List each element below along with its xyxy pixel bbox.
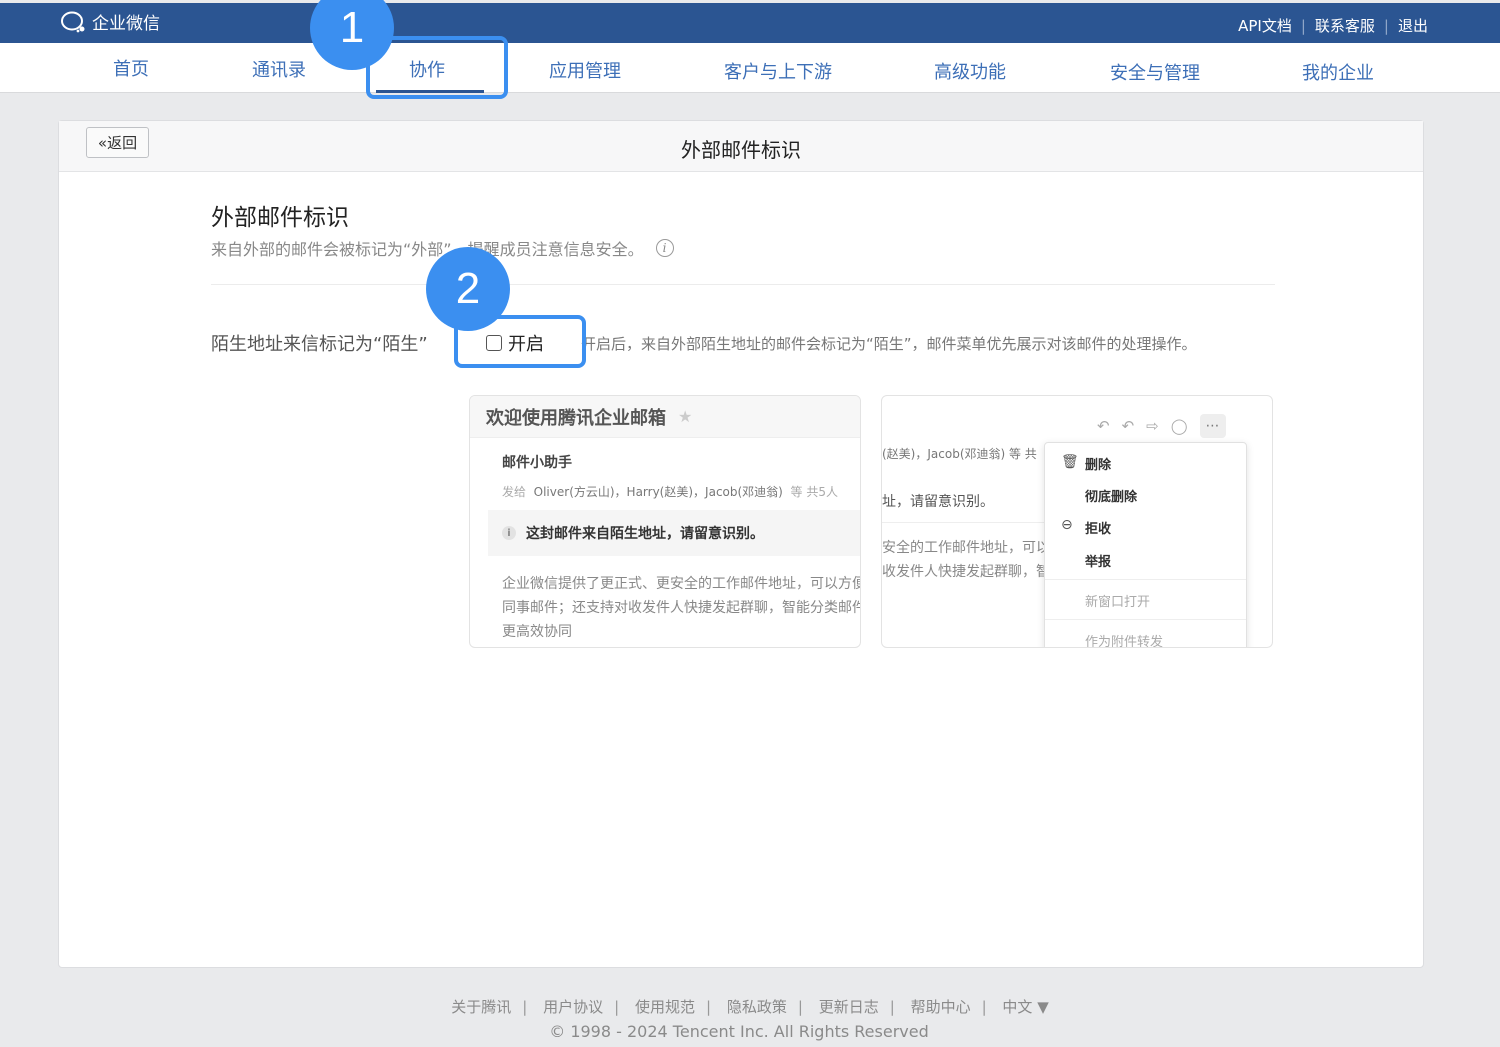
logout-link[interactable]: 退出 (1398, 15, 1428, 36)
nav-home[interactable]: 首页 (113, 55, 149, 81)
footer-link-help[interactable]: 帮助中心 (911, 998, 971, 1016)
copyright: © 1998 - 2024 Tencent Inc. All Rights Re… (549, 1022, 929, 1041)
email-sender: 邮件小助手 (502, 455, 572, 471)
email-subject-bar: 欢迎使用腾讯企业邮箱 ★ (470, 396, 860, 438)
logo[interactable]: 企业微信 (60, 9, 160, 34)
reply-icon: ↶ (1097, 417, 1110, 435)
chat-icon: ◯ (1170, 417, 1188, 435)
to-label: 发给 (502, 485, 527, 499)
menu-item-forward-as-attachment: 作为附件转发 (1085, 635, 1164, 648)
email-subject: 欢迎使用腾讯企业邮箱 (486, 407, 666, 429)
divider: | (1300, 16, 1306, 35)
reject-icon: ⊖ (1061, 517, 1073, 533)
menu-item-delete: 删除 (1085, 458, 1112, 473)
email-preview-left: 欢迎使用腾讯企业邮箱 ★ 邮件小助手 发给 Oliver(方云山)，Harry(… (469, 395, 861, 648)
email-toolbar: ↶ ↶ ⇨ ◯ ⋯ (1097, 414, 1226, 438)
recipient-count: 等 共5人 (790, 485, 838, 499)
email-recipients: (赵美)，Jacob(邓迪翁) 等 共 (882, 447, 1037, 461)
stranger-warning-text: 这封邮件来自陌生地址，请留意识别。 (526, 526, 764, 542)
divider (882, 522, 1052, 523)
reply-all-icon: ↶ (1121, 417, 1135, 435)
divider: | (522, 998, 528, 1016)
contact-support-link[interactable]: 联系客服 (1315, 15, 1375, 36)
stranger-warning-text: 址，请留意识别。 (882, 494, 994, 510)
stranger-mark-label: 陌生地址来信标记为“陌生” (211, 334, 428, 355)
section-description-text: 来自外部的邮件会被标记为“外部”，提醒成员注意信息安全。 (211, 240, 644, 259)
logo-text: 企业微信 (92, 14, 160, 34)
email-body: 安全的工作邮件地址，可以 收发件人快捷发起群聊，智 (882, 536, 1050, 584)
forward-icon: ⇨ (1146, 417, 1159, 435)
nav-contacts[interactable]: 通讯录 (252, 56, 306, 82)
main-nav: 首页 通讯录 协作 应用管理 客户与上下游 高级功能 安全与管理 我的企业 (0, 43, 1500, 93)
email-recipients: 发给 Oliver(方云山)，Harry(赵美)，Jacob(邓迪翁) 等 共5… (502, 483, 838, 500)
wecom-logo-icon (61, 11, 85, 32)
footer-links: 关于腾讯 | 用户协议 | 使用规范 | 隐私政策 | 更新日志 | 帮助中心 | 中文 ▼ (0, 996, 1500, 1017)
nav-my-enterprise[interactable]: 我的企业 (1302, 59, 1374, 85)
page-title: 外部邮件标识 (681, 138, 801, 162)
email-body: 企业微信提供了更正式、更安全的工作邮件地址，可以方便 同事邮件；还支持对收发件人… (502, 572, 861, 644)
section-title: 外部邮件标识 (211, 205, 349, 231)
email-body-line: 更高效协同 (502, 624, 572, 640)
nav-advanced-features[interactable]: 高级功能 (934, 58, 1006, 84)
divider: | (797, 998, 803, 1016)
trash-icon: 🗑 (1061, 454, 1079, 470)
menu-item-delete-permanently: 彻底删除 (1085, 490, 1138, 505)
email-body-line: 收发件人快捷发起群聊，智 (882, 564, 1050, 580)
email-body-line: 同事邮件；还支持对收发件人快捷发起群聊，智能分类邮件 (502, 600, 861, 616)
menu-divider (1045, 579, 1246, 580)
top-bar: 企业微信 API文档 | 联系客服 | 退出 (0, 3, 1500, 43)
footer-link-changelog[interactable]: 更新日志 (819, 998, 879, 1016)
menu-item-report: 举报 (1085, 555, 1112, 570)
nav-customers-partners[interactable]: 客户与上下游 (724, 58, 832, 84)
footer-link-user-agreement[interactable]: 用户协议 (543, 998, 603, 1016)
nav-security-management[interactable]: 安全与管理 (1110, 59, 1200, 85)
panel-header: «返回 外部邮件标识 (59, 121, 1423, 172)
divider: | (981, 998, 987, 1016)
divider: | (706, 998, 712, 1016)
divider: | (889, 998, 895, 1016)
section-divider (211, 284, 1275, 285)
divider: | (614, 998, 620, 1016)
email-preview-right: ↶ ↶ ⇨ ◯ ⋯ (赵美)，Jacob(邓迪翁) 等 共 址，请留意识别。 安… (881, 395, 1273, 648)
star-icon: ★ (678, 407, 693, 426)
footer-link-about[interactable]: 关于腾讯 (451, 998, 511, 1016)
recipient-list: Oliver(方云山)，Harry(赵美)，Jacob(邓迪翁) (533, 485, 783, 499)
footer-link-privacy[interactable]: 隐私政策 (727, 998, 787, 1016)
email-body-line: 企业微信提供了更正式、更安全的工作邮件地址，可以方便 (502, 576, 861, 592)
language-select[interactable]: 中文 ▼ (1002, 998, 1048, 1016)
stranger-mark-hint: 开启后，来自外部陌生地址的邮件会标记为“陌生”，邮件菜单优先展示对该邮件的处理操… (581, 335, 1197, 353)
info-icon: i (502, 526, 516, 540)
stranger-warning-banner: i 这封邮件来自陌生地址，请留意识别。 (488, 510, 860, 556)
nav-app-management[interactable]: 应用管理 (549, 57, 621, 83)
divider: | (1383, 16, 1389, 35)
api-docs-link[interactable]: API文档 (1238, 15, 1292, 36)
top-links: API文档 | 联系客服 | 退出 (1238, 15, 1428, 36)
email-action-menu: 🗑 删除 彻底删除 ⊖ 拒收 举报 新窗口打开 作为附件转发 (1044, 442, 1247, 648)
menu-item-open-new-window: 新窗口打开 (1085, 595, 1151, 610)
menu-divider (1045, 619, 1246, 620)
step-badge-2: 2 (426, 247, 510, 331)
more-icon: ⋯ (1199, 414, 1226, 438)
email-body-line: 安全的工作邮件地址，可以 (882, 540, 1050, 556)
menu-item-reject: 拒收 (1085, 522, 1112, 537)
footer-link-usage-rules[interactable]: 使用规范 (635, 998, 695, 1016)
info-icon[interactable]: i (655, 239, 674, 257)
